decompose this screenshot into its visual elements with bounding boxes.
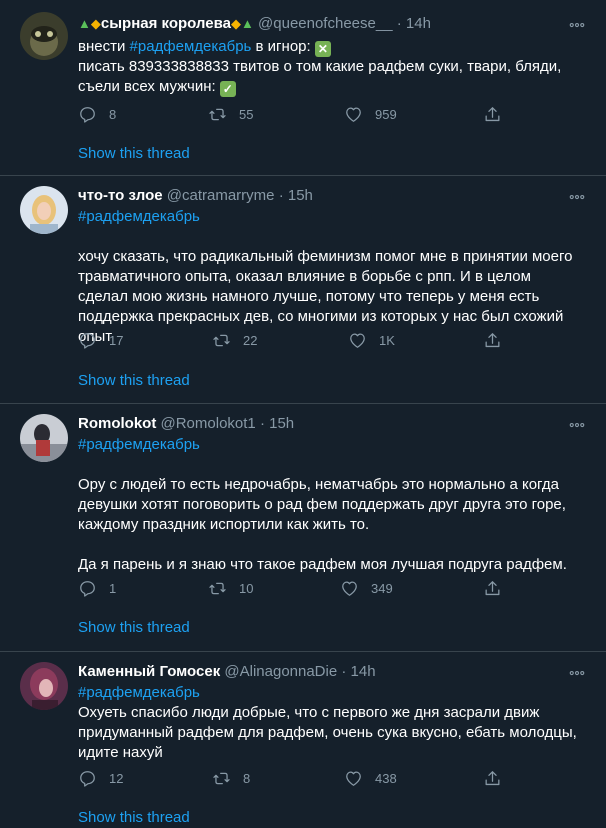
more-icon[interactable] <box>568 188 586 206</box>
heart-icon <box>344 105 363 124</box>
timestamp[interactable]: · 14h <box>397 15 431 32</box>
like-button[interactable]: 438 <box>344 768 397 788</box>
display-name[interactable]: сырная королева <box>101 15 231 32</box>
hashtag-link[interactable]: #радфемдекабрь <box>130 38 252 55</box>
tweet[interactable]: Romolokot @Romolokot1 · 15h #радфемдекаб… <box>0 404 606 652</box>
tweet-text: #радфемдекабрь Охуеть спасибо люди добры… <box>78 683 583 763</box>
timestamp[interactable]: · 14h <box>341 663 375 680</box>
retweet-button[interactable]: 8 <box>212 768 250 788</box>
tree-icon: ▲ <box>240 16 254 31</box>
heart-icon <box>344 769 363 788</box>
show-thread-link[interactable]: Show this thread <box>78 371 190 391</box>
retweet-icon <box>212 331 231 350</box>
retweet-count: 22 <box>243 332 258 348</box>
avatar[interactable] <box>20 414 68 462</box>
show-thread-link[interactable]: Show this thread <box>78 144 190 164</box>
heart-icon <box>348 331 367 350</box>
show-thread-link[interactable]: Show this thread <box>78 618 190 638</box>
reply-button[interactable]: 1 <box>78 578 116 598</box>
retweet-button[interactable]: 22 <box>212 330 257 350</box>
retweet-icon <box>212 769 231 788</box>
check-mark-icon: ✓ <box>219 81 236 97</box>
reply-icon <box>78 579 97 598</box>
share-icon <box>483 331 502 350</box>
tweet-header: ▲◆сырная королева◆▲ @queenofcheese__ · 1… <box>78 14 431 34</box>
tweet-text: #радфемдекабрь хочу сказать, что радикал… <box>78 207 583 347</box>
retweet-count: 55 <box>239 106 254 122</box>
share-icon <box>483 105 502 124</box>
more-icon[interactable] <box>568 664 586 682</box>
handle[interactable]: @Romolokot1 <box>161 415 256 432</box>
retweet-button[interactable]: 55 <box>208 104 253 124</box>
show-thread-link[interactable]: Show this thread <box>78 808 190 828</box>
tweet-header: что-то злое @catramarryme · 15h <box>78 186 313 206</box>
timestamp[interactable]: · 15h <box>279 187 313 204</box>
reply-count: 12 <box>109 770 124 786</box>
hashtag-link[interactable]: #радфемдекабрь <box>78 207 583 227</box>
like-count: 438 <box>375 770 397 786</box>
timestamp[interactable]: · 15h <box>260 415 294 432</box>
like-button[interactable]: 1K <box>348 330 395 350</box>
reply-button[interactable]: 12 <box>78 768 123 788</box>
hashtag-link[interactable]: #радфемдекабрь <box>78 683 583 703</box>
handle[interactable]: @queenofcheese__ <box>258 15 393 32</box>
tweet-actions: 17 22 1K <box>78 330 518 350</box>
reply-count: 1 <box>109 580 117 596</box>
share-button[interactable] <box>483 330 502 350</box>
more-icon[interactable] <box>568 416 586 434</box>
avatar[interactable] <box>20 662 68 710</box>
retweet-icon <box>208 579 227 598</box>
handle[interactable]: @AlinagonnaDie <box>224 663 337 680</box>
hashtag-link[interactable]: #радфемдекабрь <box>78 435 583 455</box>
tweet-header: Romolokot @Romolokot1 · 15h <box>78 414 294 434</box>
like-count: 959 <box>375 106 397 122</box>
display-name[interactable]: что-то злое <box>78 187 163 204</box>
share-button[interactable] <box>483 768 502 788</box>
reply-icon <box>78 105 97 124</box>
heart-icon <box>340 579 359 598</box>
like-button[interactable]: 349 <box>340 578 393 598</box>
tweet[interactable]: ▲◆сырная королева◆▲ @queenofcheese__ · 1… <box>0 0 606 176</box>
like-count: 349 <box>371 580 393 596</box>
reply-icon <box>78 331 97 350</box>
tweet-actions: 12 8 438 <box>78 768 518 788</box>
tweet[interactable]: что-то злое @catramarryme · 15h #радфемд… <box>0 176 606 404</box>
avatar[interactable] <box>20 186 68 234</box>
retweet-count: 10 <box>239 580 254 596</box>
cheese-icon: ◆ <box>230 16 241 31</box>
reply-icon <box>78 769 97 788</box>
tweet-actions: 1 10 349 <box>78 578 518 598</box>
avatar[interactable] <box>20 12 68 60</box>
tweet-actions: 8 55 959 <box>78 104 518 124</box>
display-name[interactable]: Romolokot <box>78 415 156 432</box>
share-button[interactable] <box>483 578 502 598</box>
handle[interactable]: @catramarryme <box>167 187 275 204</box>
cheese-icon: ◆ <box>90 16 101 31</box>
share-icon <box>483 769 502 788</box>
like-button[interactable]: 959 <box>344 104 397 124</box>
more-icon[interactable] <box>568 16 586 34</box>
tweet-text: #радфемдекабрь Ору с людей то есть недро… <box>78 435 583 575</box>
reply-count: 17 <box>109 332 124 348</box>
reply-button[interactable]: 17 <box>78 330 123 350</box>
like-count: 1K <box>379 332 395 348</box>
retweet-count: 8 <box>243 770 251 786</box>
reply-count: 8 <box>109 106 117 122</box>
reply-button[interactable]: 8 <box>78 104 116 124</box>
tree-icon: ▲ <box>78 16 91 31</box>
tweet[interactable]: Каменный Гомосек @AlinagonnaDie · 14h #р… <box>0 652 606 828</box>
tweet-text: внести #радфемдекабрь в игнор: ✕ писать … <box>78 38 562 97</box>
tweet-header: Каменный Гомосек @AlinagonnaDie · 14h <box>78 662 376 682</box>
retweet-icon <box>208 105 227 124</box>
share-button[interactable] <box>483 104 502 124</box>
share-icon <box>483 579 502 598</box>
retweet-button[interactable]: 10 <box>208 578 253 598</box>
display-name[interactable]: Каменный Гомосек <box>78 663 220 680</box>
cross-mark-icon: ✕ <box>314 41 331 57</box>
